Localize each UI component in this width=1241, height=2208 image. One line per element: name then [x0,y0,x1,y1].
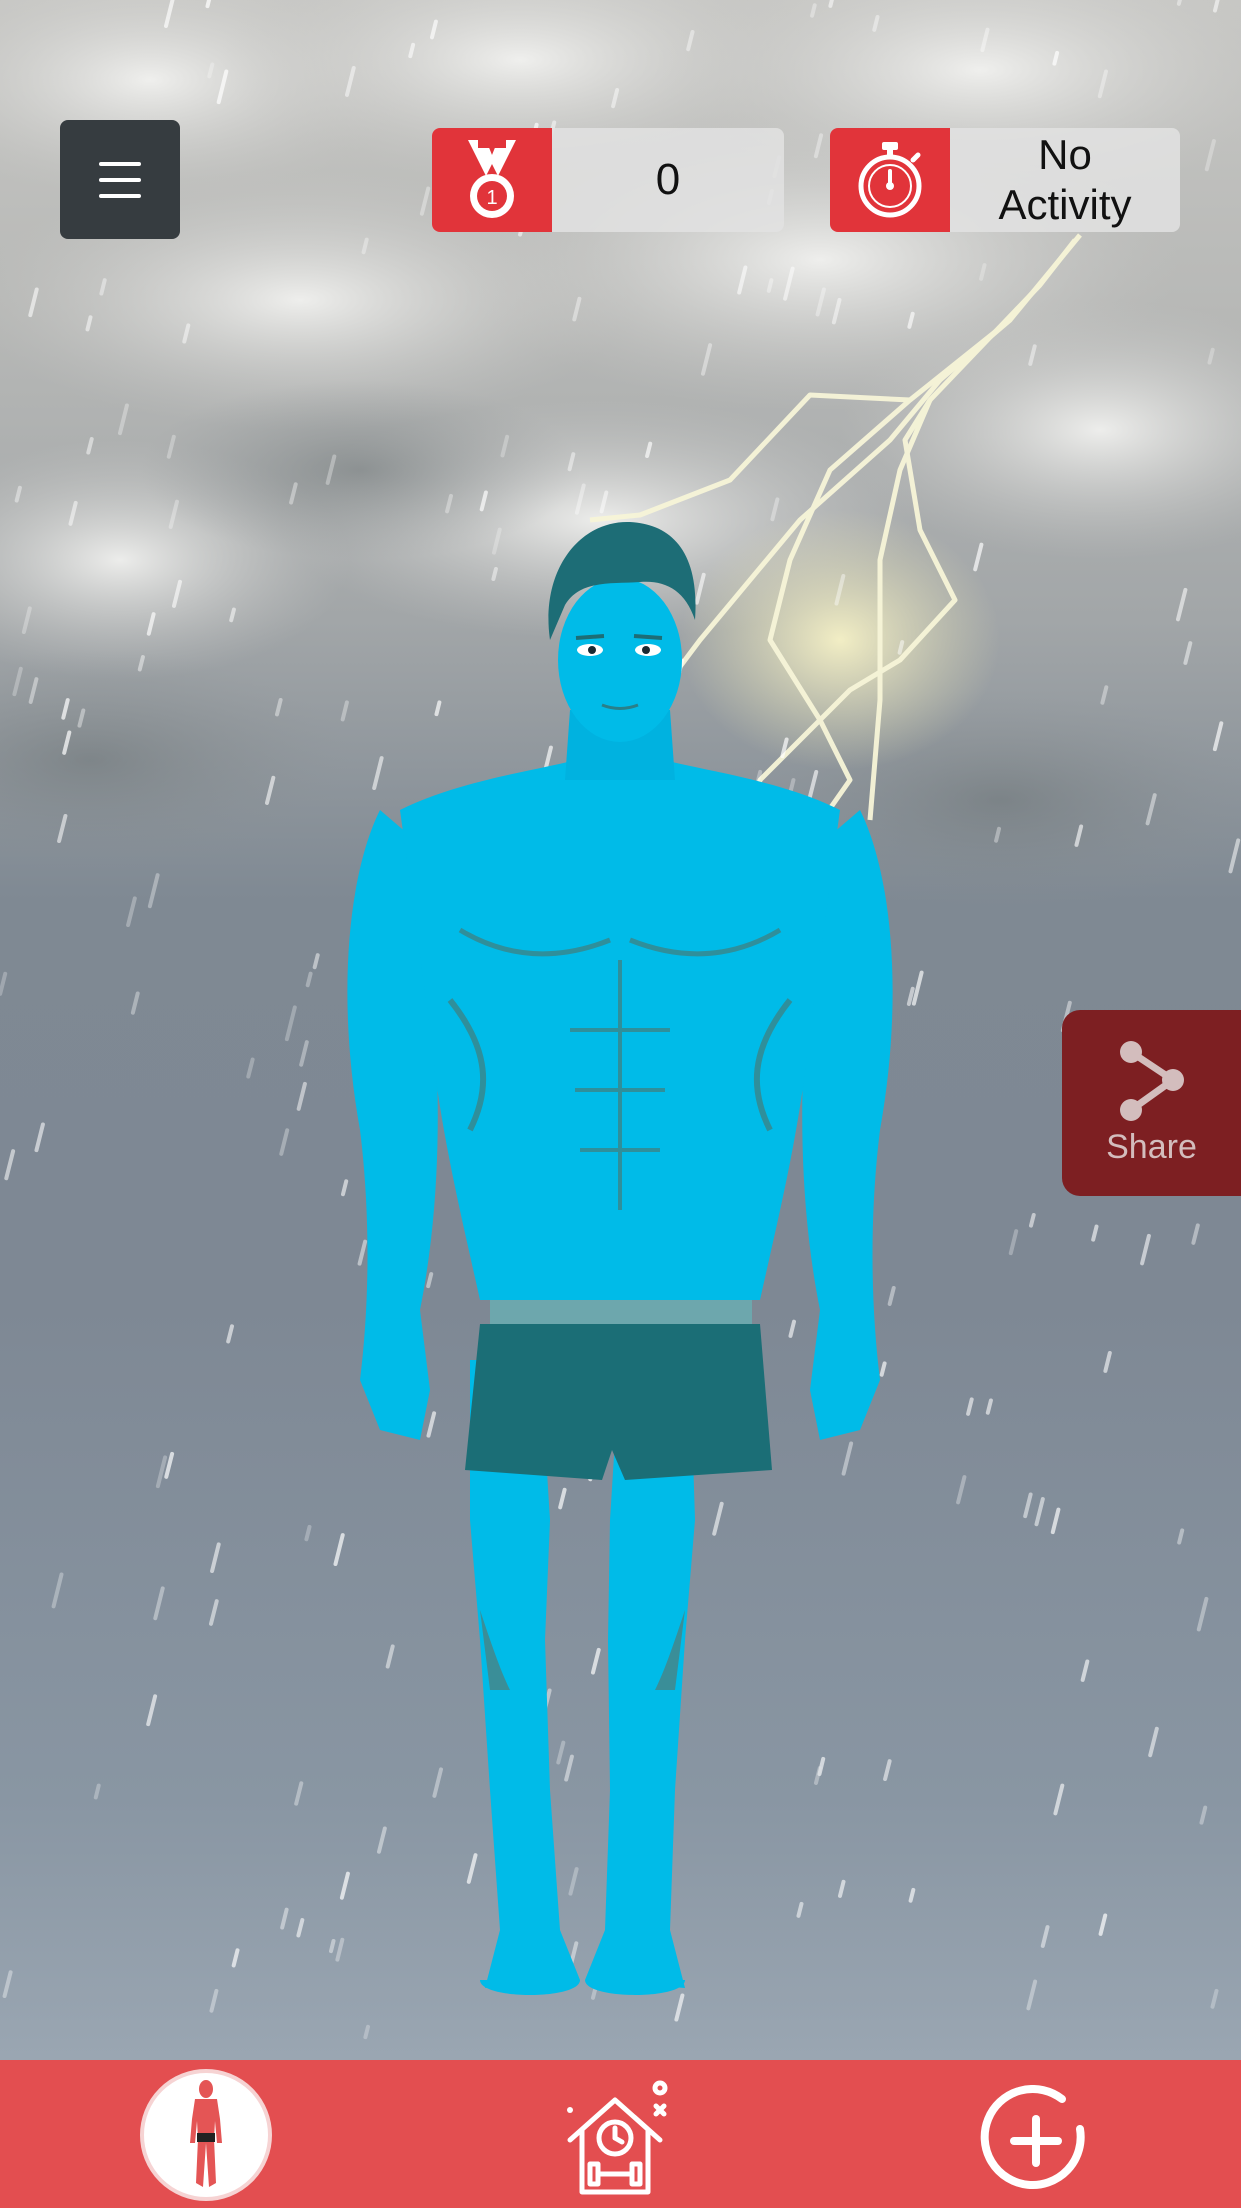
rain-drop [985,1398,993,1415]
rain-drop [1034,1497,1045,1527]
rain-drop [279,1128,290,1156]
rain-drop [294,1781,304,1806]
rain-drop [1199,1805,1208,1825]
rain-drop [1026,1979,1038,2011]
rain-drop [229,607,236,623]
rain-drop [209,1599,219,1626]
body-avatar [347,521,893,1995]
hamburger-menu-icon-bar [99,193,141,198]
rain-drop [908,1887,916,1903]
rain-drop [209,1988,219,2013]
rain-drop [246,1057,255,1079]
svg-text:1: 1 [486,187,497,209]
hamburger-menu-icon-bar [99,161,141,166]
rain-drop [329,1939,336,1954]
nav-body-avatar-button[interactable] [140,2069,272,2201]
rain-drop [304,1524,312,1542]
rain-drop [126,896,137,927]
stopwatch-icon [858,142,922,218]
rain-drop [155,1455,168,1489]
rain-drop [231,1948,240,1968]
rain-drop [956,1475,967,1505]
rain-drop [226,1324,234,1344]
add-circle-icon[interactable] [980,2085,1092,2197]
rain-drop [906,986,915,1006]
rain-drop [146,1694,158,1727]
rain-drop [1052,50,1060,66]
rain-drop [1140,1233,1151,1266]
rain-drop [766,278,774,293]
medal-icon: 1 [468,140,516,218]
rain-drop [1176,587,1188,622]
rain-drop [210,1542,221,1573]
rain-drop [966,1397,974,1416]
rain-drop [1080,1659,1090,1682]
rain-drop [296,1081,307,1111]
rain-drop [312,953,320,970]
activity-status[interactable]: No Activity [830,128,1180,232]
rain-drop [1103,1351,1112,1373]
score-counter[interactable]: 1 0 [432,128,784,232]
rain-drop [1196,1596,1209,1632]
rain-drop [363,2024,370,2040]
share-label: Share [1106,1127,1197,1166]
rain-drop [296,1918,305,1938]
rain-drop [147,873,160,909]
rain-drop [1183,641,1193,665]
rain-drop [1148,1726,1159,1758]
rain-drop [93,1783,101,1800]
rain-drop [153,1586,165,1621]
rain-drop [1098,1913,1108,1936]
rain-drop [1191,1223,1200,1245]
activity-status-line1: No [1038,131,1092,178]
rain-drop [2,1970,13,1998]
rain-drop [280,1907,289,1930]
score-value: 0 [655,155,681,204]
rain-drop [1040,1925,1050,1948]
rain-drop [994,826,1001,843]
activity-status-line2: Activity [998,181,1132,228]
rain-drop [51,1572,64,1609]
rain-drop [973,542,984,572]
rain-drop [130,991,140,1015]
rain-drop [305,971,313,988]
home-gym-icon[interactable] [560,2080,680,2200]
app-screen: 1 0 No Activity Share [0,0,1241,2208]
rain-drop [1008,1229,1019,1256]
hamburger-menu-icon-bar [99,177,141,182]
rain-drop [0,971,8,996]
menu-button[interactable] [60,120,180,239]
rain-drop [1050,1507,1061,1535]
rain-drop [1053,1783,1065,1816]
rain-drop [1177,1528,1185,1545]
rain-drop [4,1149,16,1181]
share-button[interactable]: Share [1062,1010,1241,1196]
rain-drop [299,1040,309,1067]
rain-drop [1091,1224,1099,1242]
rain-drop [1023,1492,1033,1519]
rain-drop [911,970,924,1006]
share-icon [1119,1040,1184,1121]
rain-drop [34,1122,45,1153]
body-avatar-icon [190,2080,222,2187]
rain-drop [1029,1213,1036,1228]
rain-drop [408,42,416,59]
rain-drop [284,1005,297,1042]
rain-drop [810,3,817,18]
rain-drop [164,1451,175,1479]
rain-drop [1210,1988,1219,2009]
avatar-body [347,521,893,1995]
